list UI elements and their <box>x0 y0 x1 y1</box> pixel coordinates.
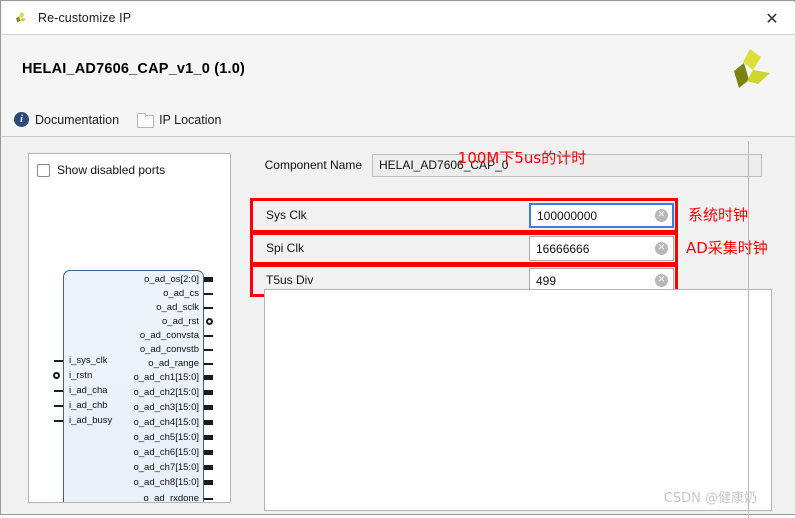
ip-location-link[interactable]: IP Location <box>137 112 222 128</box>
port-o_ad_cs: o_ad_cs <box>163 288 199 299</box>
panel-divider <box>748 141 749 518</box>
port-i_ad_busy: i_ad_busy <box>69 415 113 426</box>
documentation-link[interactable]: i Documentation <box>14 112 119 127</box>
clear-icon[interactable]: ✕ <box>655 274 668 287</box>
param-row-sys-clk: Sys Clk ✕ <box>254 203 674 228</box>
pin-o_ad_convsta <box>204 335 213 337</box>
documentation-label: Documentation <box>35 112 120 127</box>
pin-o_ad_ch5 <box>204 435 213 440</box>
port-o_ad_ch7: o_ad_ch7[15:0] <box>133 462 199 473</box>
close-button[interactable]: ✕ <box>749 2 795 34</box>
pin-o_ad_sclk <box>204 307 213 309</box>
spi-clk-input[interactable] <box>529 236 674 261</box>
pin-i_ad_busy <box>54 420 63 422</box>
pin-i_ad_chb <box>54 405 63 407</box>
clear-icon[interactable]: ✕ <box>655 209 668 222</box>
spi-clk-label: Spi Clk <box>266 241 305 255</box>
pin-o_ad_ch4 <box>204 420 213 425</box>
pin-o_ad_cs <box>204 293 213 295</box>
pin-i_ad_cha <box>54 390 63 392</box>
t5us-annotation: 100M下5us的计时 <box>457 149 587 167</box>
port-i_ad_chb: i_ad_chb <box>69 400 108 411</box>
pin-o_ad_range <box>204 363 213 365</box>
pin-o_ad_ch1 <box>204 375 213 380</box>
port-o_ad_os: o_ad_os[2:0] <box>144 274 199 285</box>
spi-clk-input-wrap: ✕ <box>529 236 674 261</box>
pin-o_ad_rxdone <box>204 498 213 500</box>
sys-clk-input[interactable] <box>529 203 674 228</box>
pin-o_ad_ch6 <box>204 450 213 455</box>
window-title: Re-customize IP <box>38 11 132 25</box>
pin-o_ad_os <box>204 277 213 282</box>
show-disabled-ports-checkbox[interactable]: Show disabled ports <box>37 163 165 177</box>
sys-clk-label: Sys Clk <box>266 208 307 222</box>
port-i_rstn: i_rstn <box>69 370 93 381</box>
sys-clk-annotation: 系统时钟 <box>688 206 749 224</box>
spi-clk-annotation: AD采集时钟 <box>686 239 768 257</box>
pin-i_sys_clk <box>54 360 63 362</box>
sys-clk-input-wrap: ✕ <box>529 203 674 228</box>
pin-o_ad_convstb <box>204 349 213 351</box>
xilinx-logo-icon <box>12 9 30 27</box>
port-o_ad_ch8: o_ad_ch8[15:0] <box>133 477 199 488</box>
pin-o_ad_ch2 <box>204 390 213 395</box>
param-row-spi-clk: Spi Clk ✕ <box>254 236 674 261</box>
port-o_ad_rst: o_ad_rst <box>162 316 199 327</box>
port-i_ad_cha: i_ad_cha <box>69 385 108 396</box>
pin-i_rstn <box>53 372 60 379</box>
folder-icon <box>137 113 155 128</box>
ip-header: HELAI_AD7606_CAP_v1_0 (1.0) <box>2 35 795 103</box>
ip-symbol-panel: Show disabled ports o_ad_os[2:0] o_ad_cs… <box>28 153 231 503</box>
port-o_ad_ch2: o_ad_ch2[15:0] <box>133 387 199 398</box>
port-o_ad_ch5: o_ad_ch5[15:0] <box>133 432 199 443</box>
pin-o_ad_ch7 <box>204 465 213 470</box>
port-o_ad_range: o_ad_range <box>148 358 199 369</box>
port-i_sys_clk: i_sys_clk <box>69 355 108 366</box>
dialog-body: Show disabled ports o_ad_os[2:0] o_ad_cs… <box>2 137 795 518</box>
port-o_ad_convstb: o_ad_convstb <box>139 344 199 355</box>
ip-block-diagram: o_ad_os[2:0] o_ad_cs o_ad_sclk o_ad_rst … <box>53 270 213 503</box>
title-bar: Re-customize IP ✕ <box>2 2 795 35</box>
ip-location-label: IP Location <box>159 112 222 127</box>
csdn-watermark: CSDN @健康奶 <box>663 491 757 506</box>
port-o_ad_ch4: o_ad_ch4[15:0] <box>133 417 199 428</box>
pin-o_ad_ch3 <box>204 405 213 410</box>
port-o_ad_rxdone: o_ad_rxdone <box>143 493 199 503</box>
port-o_ad_ch1: o_ad_ch1[15:0] <box>133 372 199 383</box>
xilinx-tri-blade-logo-icon <box>725 47 775 91</box>
info-icon: i <box>14 112 29 127</box>
ip-title: HELAI_AD7606_CAP_v1_0 (1.0) <box>22 61 246 77</box>
port-o_ad_sclk: o_ad_sclk <box>156 302 199 313</box>
ip-config-panel: Component Name Sys Clk ✕ 系统时钟 Spi Clk ✕ <box>250 141 772 518</box>
ip-config-output-area: CSDN @健康奶 <box>264 289 772 511</box>
re-customize-ip-window: Re-customize IP ✕ HELAI_AD7606_CAP_v1_0 … <box>0 0 795 518</box>
port-o_ad_ch6: o_ad_ch6[15:0] <box>133 447 199 458</box>
port-o_ad_convsta: o_ad_convsta <box>139 330 199 341</box>
show-disabled-ports-label: Show disabled ports <box>57 163 166 177</box>
pin-o_ad_ch8 <box>204 480 213 485</box>
checkbox-box[interactable] <box>37 163 50 177</box>
port-o_ad_ch3: o_ad_ch3[15:0] <box>133 402 199 413</box>
pin-o_ad_rst <box>206 318 213 325</box>
ip-links-row: i Documentation IP Location <box>2 103 795 137</box>
component-name-label: Component Name <box>264 158 362 172</box>
clear-icon[interactable]: ✕ <box>655 242 668 255</box>
